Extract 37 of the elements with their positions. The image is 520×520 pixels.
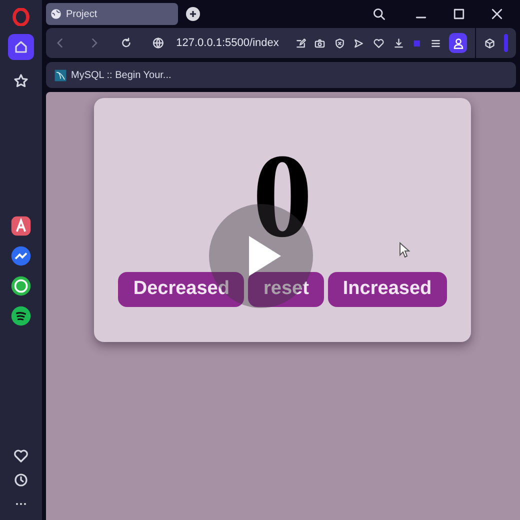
opera-logo-icon[interactable]: [12, 8, 30, 26]
bookmark-link[interactable]: MySQL :: Begin Your...: [71, 68, 172, 82]
music-icon[interactable]: [10, 305, 32, 327]
globe-icon: [152, 36, 164, 50]
counter-button[interactable]: Decreased: [118, 272, 244, 307]
dolphin-icon: [54, 68, 67, 82]
globe-icon: [50, 8, 62, 20]
messenger-icon[interactable]: [10, 245, 32, 267]
heart-icon[interactable]: [373, 36, 385, 50]
url-text[interactable]: 127.0.0.1:5500/index: [176, 34, 279, 52]
star-icon: [13, 73, 29, 89]
counter-button[interactable]: Increased: [328, 272, 447, 307]
download-icon[interactable]: [392, 36, 404, 50]
sidebar-item[interactable]: [8, 34, 34, 60]
sidebar-toggle[interactable]: [504, 34, 508, 52]
app-icon[interactable]: [10, 215, 32, 237]
search-icon[interactable]: [372, 7, 386, 21]
cursor-icon: [399, 242, 411, 258]
plus-icon: [189, 10, 197, 18]
clock-icon[interactable]: [13, 472, 29, 488]
home-icon: [13, 39, 29, 55]
send-icon[interactable]: [353, 36, 365, 50]
edit-icon[interactable]: [294, 36, 306, 50]
reload-icon[interactable]: [120, 36, 132, 50]
close-icon[interactable]: [490, 7, 504, 21]
camera-icon[interactable]: [314, 36, 326, 50]
person-icon: [452, 36, 465, 50]
heart-icon[interactable]: [13, 448, 29, 464]
counter-button[interactable]: reset: [248, 272, 324, 307]
maximize-icon[interactable]: [452, 7, 466, 21]
new-tab-button[interactable]: [186, 7, 200, 21]
cube-icon[interactable]: [484, 36, 496, 50]
profile-button[interactable]: [449, 33, 468, 53]
chat-icon[interactable]: [10, 275, 32, 297]
browser-tab[interactable]: Project: [46, 3, 178, 25]
counter-value: 0: [252, 136, 312, 256]
shield-icon[interactable]: [334, 36, 346, 50]
